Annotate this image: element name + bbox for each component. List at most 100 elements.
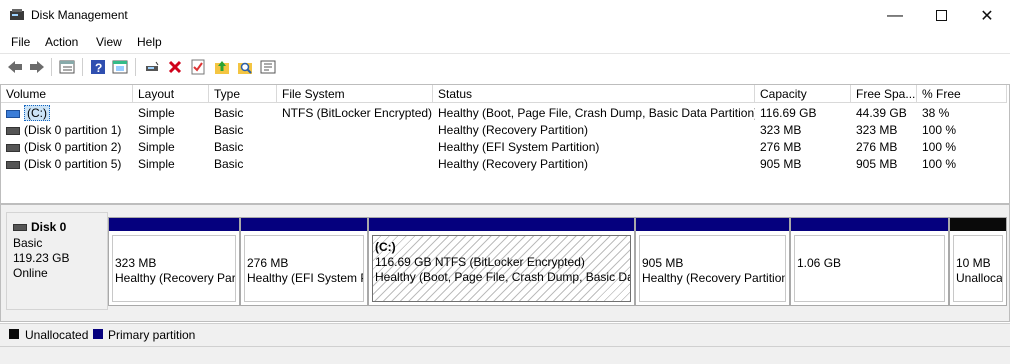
partition-color-bar [950,218,1006,231]
disk-info-panel[interactable]: Disk 0 Basic 119.23 GB Online [6,212,108,310]
legend-swatch-primary [93,329,103,339]
capacity-cell: 276 MB [760,140,802,154]
partition-unallocated[interactable]: 10 MB Unallocated [949,217,1007,306]
table-row[interactable]: (Disk 0 partition 2) Simple Basic Health… [1,139,1007,156]
disk-icon [13,224,27,232]
menu-help[interactable]: Help [137,35,162,49]
table-row[interactable]: (Disk 0 partition 1) Simple Basic Health… [1,122,1007,139]
table-row[interactable]: (C:) Simple Basic NTFS (BitLocker Encryp… [1,105,1007,122]
layout-cell: Simple [138,123,175,137]
menu-action[interactable]: Action [45,35,78,49]
free-space-cell: 44.39 GB [856,106,907,120]
column-header-status[interactable]: Status [433,85,755,103]
column-header-free-space[interactable]: Free Spa... [851,85,917,103]
partition-color-bar [109,218,239,231]
column-header-volume[interactable]: Volume [1,85,133,103]
volume-name-selected: (C:) [24,105,50,121]
maximize-button[interactable] [918,0,964,31]
partition-status: Healthy (Recovery Partition) [642,271,786,285]
partition-size: 323 MB [115,256,157,270]
capacity-cell: 905 MB [760,157,802,171]
percent-free-cell: 38 % [922,106,950,120]
partition-1-06gb[interactable]: 1.06 GB [790,217,949,306]
volume-cell: (C:) [1,105,133,122]
partition-color-bar [636,218,789,231]
properties-icon[interactable] [111,58,129,76]
legend-label-primary: Primary partition [108,328,196,342]
type-cell: Basic [214,157,244,171]
status-cell: Healthy (EFI System Partition) [438,140,600,154]
search-folder-icon[interactable] [236,58,254,76]
column-header-percent-free[interactable]: % Free [917,85,1007,103]
partition-status: Healthy (Recovery Partition) [115,271,236,285]
free-space-cell: 323 MB [856,123,898,137]
type-cell: Basic [214,123,244,137]
menu-view[interactable]: View [96,35,122,49]
partition-drive-letter: (C:) [375,240,396,254]
svg-text:?: ? [95,61,102,75]
legend-bar: Unallocated Primary partition [0,323,1010,346]
partition-size: 10 MB [956,256,991,270]
free-space-cell: 276 MB [856,140,898,154]
type-cell: Basic [214,140,244,154]
partition-body: 10 MB Unallocated [953,235,1003,302]
disk-name: Disk 0 [31,220,67,234]
help-icon[interactable]: ? [89,58,107,76]
column-header-file-system[interactable]: File System [277,85,433,103]
list-view-icon[interactable] [58,58,76,76]
partition-body: 905 MB Healthy (Recovery Partition) [639,235,786,302]
partition-color-bar [369,218,634,231]
file-system-cell [277,156,433,173]
volume-cell: (Disk 0 partition 1) [1,122,133,139]
partition-color-bar [791,218,948,231]
minimize-button[interactable]: — [872,0,918,31]
table-row[interactable]: (Disk 0 partition 5) Simple Basic Health… [1,156,1007,173]
settings-icon[interactable] [259,58,277,76]
status-cell: Healthy (Recovery Partition) [438,123,589,137]
partition-body: 276 MB Healthy (EFI System Partition) [244,235,364,302]
drive-icon [6,126,20,135]
disk-name-row: Disk 0 [13,220,66,234]
column-header-layout[interactable]: Layout [133,85,209,103]
type-cell: Basic [214,106,244,120]
status-cell: Healthy (Boot, Page File, Crash Dump, Ba… [438,106,755,120]
column-header-type[interactable]: Type [209,85,277,103]
volume-name: (Disk 0 partition 5) [24,157,122,171]
volume-name: (Disk 0 partition 1) [24,123,122,137]
disk-state: Online [13,266,48,280]
partition-recovery-1[interactable]: 323 MB Healthy (Recovery Partition) [108,217,240,306]
toolbar: ? [0,54,1010,80]
up-folder-icon[interactable] [213,58,231,76]
volume-cell: (Disk 0 partition 5) [1,156,133,173]
partition-body: 1.06 GB [794,235,945,302]
column-header-capacity[interactable]: Capacity [755,85,851,103]
toolbar-separator [51,58,52,76]
capacity-cell: 323 MB [760,123,802,137]
drive-icon [6,143,20,152]
partition-c-drive[interactable]: (C:) 116.69 GB NTFS (BitLocker Encrypted… [368,217,635,306]
file-system-cell [277,139,433,156]
check-icon[interactable] [189,58,207,76]
partition-color-bar [241,218,367,231]
back-arrow-icon[interactable] [6,58,24,76]
menu-bar: File Action View Help [0,31,1010,54]
free-space-cell: 905 MB [856,157,898,171]
layout-cell: Simple [138,106,175,120]
partition-recovery-5[interactable]: 905 MB Healthy (Recovery Partition) [635,217,790,306]
partition-efi[interactable]: 276 MB Healthy (EFI System Partition) [240,217,368,306]
partition-size: 905 MB [642,256,684,270]
layout-cell: Simple [138,140,175,154]
legend-label-unallocated: Unallocated [25,328,89,342]
delete-icon[interactable] [166,58,184,76]
file-system-cell: NTFS (BitLocker Encrypted) [282,106,433,120]
forward-arrow-icon[interactable] [28,58,46,76]
drive-icon [6,160,20,169]
percent-free-cell: 100 % [922,123,957,137]
drive-icon [6,109,20,118]
status-bar [0,346,1010,364]
window-title: Disk Management [31,8,128,22]
close-button[interactable]: ✕ [964,0,1010,31]
menu-file[interactable]: File [11,35,30,49]
disk-management-app-icon [9,8,25,22]
connect-icon[interactable] [143,58,161,76]
